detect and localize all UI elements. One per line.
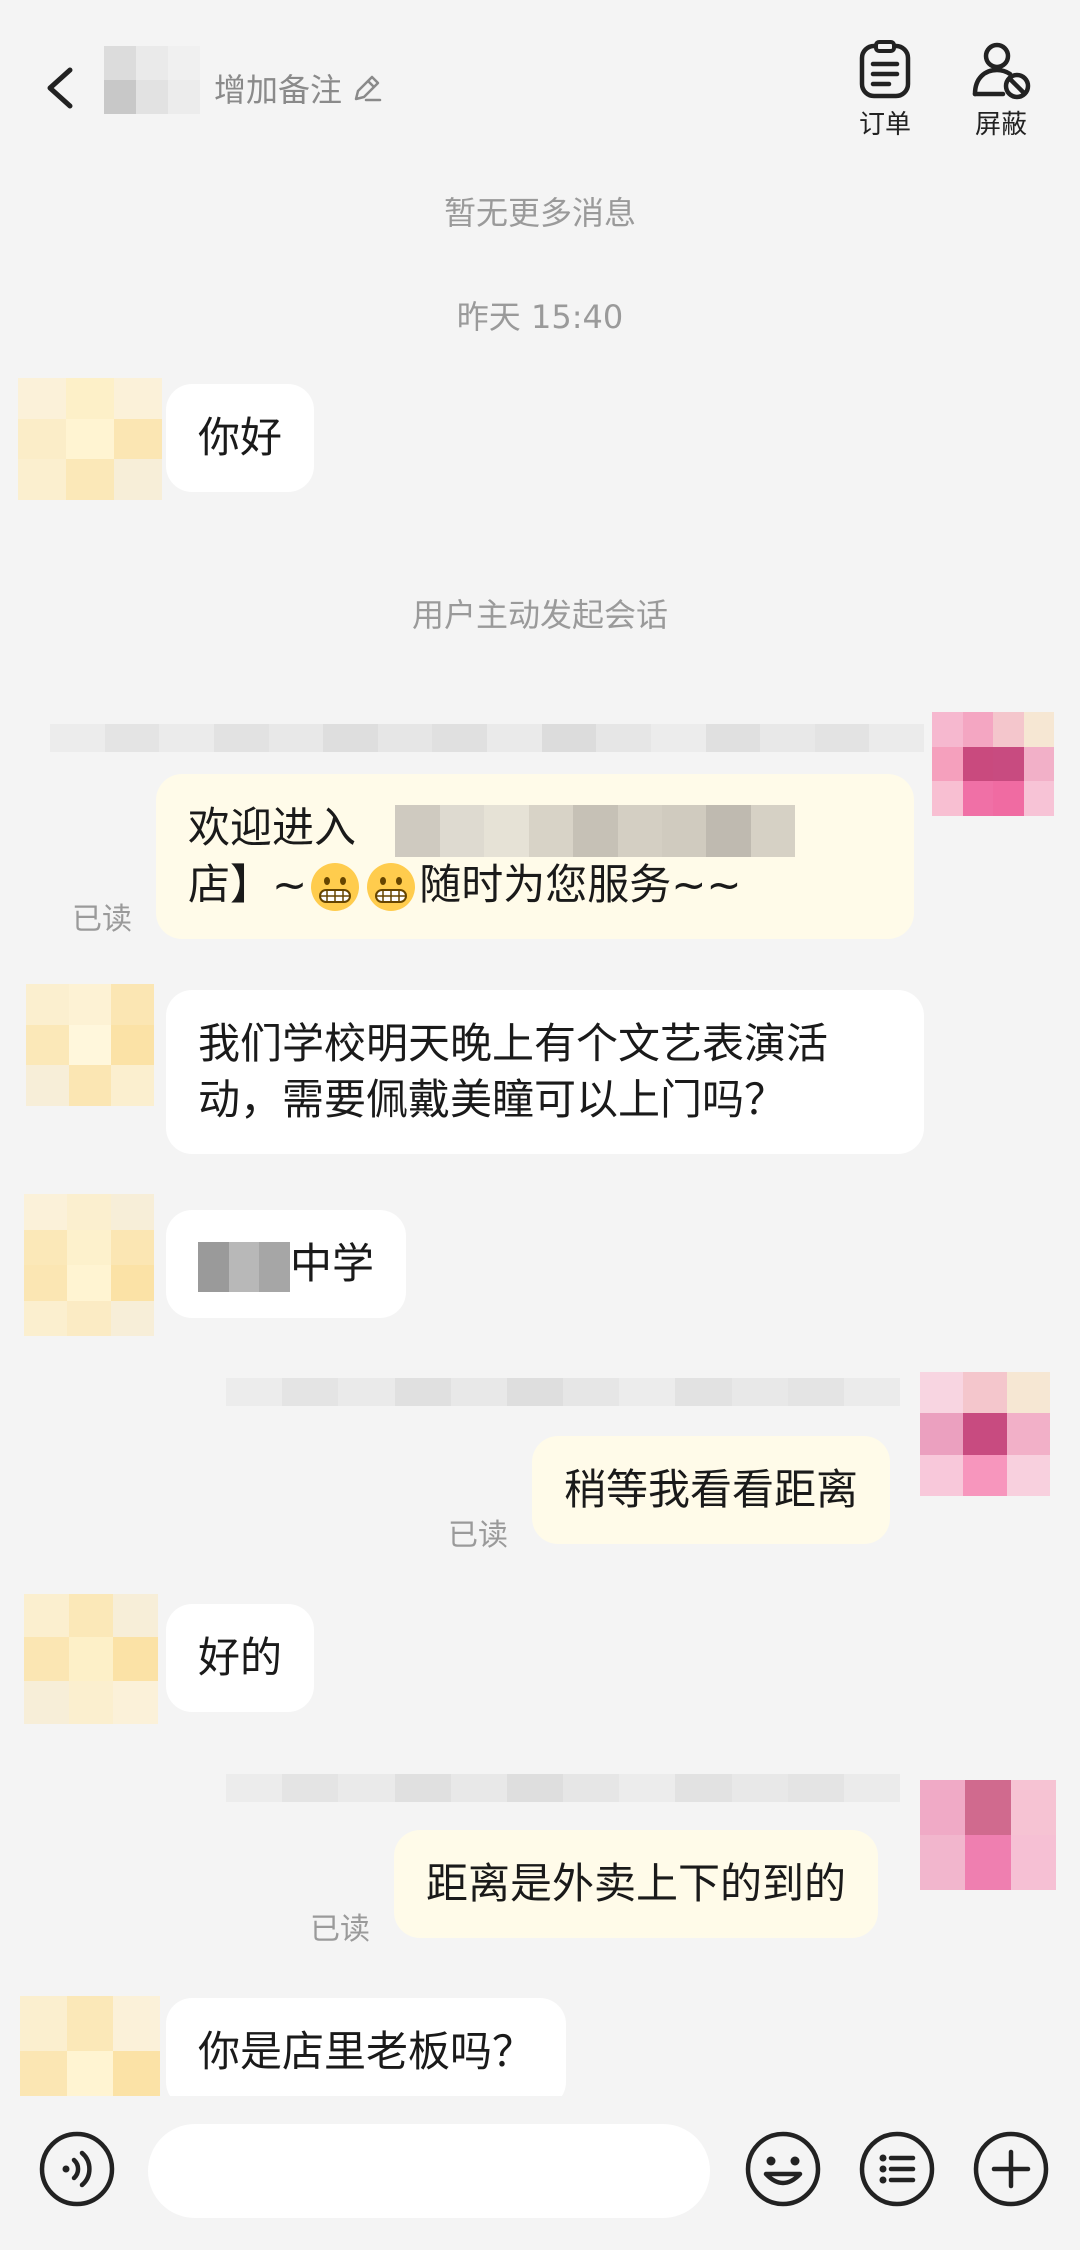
add-remark-button[interactable]: 增加备注 [214, 66, 384, 110]
customer-avatar[interactable] [18, 378, 162, 500]
shop-avatar[interactable] [920, 1780, 1056, 1890]
read-receipt: 已读 [72, 902, 132, 937]
block-button[interactable]: 屏蔽 [956, 40, 1046, 141]
message-text: 稍等我看看距离 [564, 1465, 859, 1514]
school-name-blurred [198, 1241, 291, 1292]
message-text-line1: 欢迎进入 [188, 803, 357, 852]
message-bubble-incoming[interactable]: 我们学校明天晚上有个文艺表演活 动，需要佩戴美瞳可以上门吗？ [166, 990, 924, 1154]
shop-avatar[interactable] [932, 712, 1054, 816]
message-bubble-outgoing[interactable]: 欢迎进入 店】~ 随时为您服务~~ [156, 774, 914, 939]
emoji-button[interactable] [744, 2130, 822, 2208]
shop-name-blurred [395, 804, 796, 857]
grimacing-face-icon [311, 863, 360, 911]
read-receipt: 已读 [448, 1518, 508, 1553]
quick-reply-button[interactable] [858, 2130, 936, 2208]
chevron-left-icon [47, 67, 73, 109]
message-text-line2: 店】~ [188, 859, 308, 909]
contact-avatar[interactable] [104, 46, 200, 114]
plus-icon [973, 2131, 1049, 2207]
more-button[interactable] [972, 2130, 1050, 2208]
message-text-line1: 我们学校明天晚上有个文艺表演活 [198, 1019, 829, 1068]
chat-header: 增加备注 订单 屏蔽 [0, 0, 1080, 160]
smiley-icon [745, 2131, 821, 2207]
voice-icon [39, 2131, 115, 2207]
block-label: 屏蔽 [974, 110, 1027, 140]
session-started-notice: 用户主动发起会话 [411, 596, 668, 634]
customer-avatar[interactable] [26, 984, 154, 1106]
timestamp: 昨天 15:40 [456, 298, 624, 336]
user-block-icon [972, 42, 1031, 100]
message-text: 距离是外卖上下的到的 [426, 1859, 847, 1908]
customer-avatar[interactable] [24, 1594, 158, 1724]
shop-avatar[interactable] [920, 1372, 1050, 1496]
message-bubble-incoming[interactable]: 中学 [166, 1210, 407, 1318]
sender-name-blurred [226, 1378, 901, 1406]
orders-button[interactable]: 订单 [840, 40, 930, 141]
edit-pencil-icon [354, 75, 382, 102]
message-text: 好的 [198, 1633, 283, 1682]
message-text-line2-suffix: 随时为您服务~~ [419, 859, 742, 909]
message-bubble-incoming[interactable]: 你是店里老板吗？ [166, 1998, 567, 2108]
no-more-messages: 暂无更多消息 [443, 194, 636, 232]
message-text: 中学 [290, 1239, 375, 1288]
message-bubble-incoming[interactable]: 好的 [166, 1604, 315, 1712]
grimacing-face-icon [367, 863, 416, 911]
add-remark-label: 增加备注 [214, 71, 343, 109]
list-icon [859, 2131, 935, 2207]
message-text: 你好 [198, 413, 283, 462]
voice-button[interactable] [38, 2130, 116, 2208]
message-bubble-outgoing[interactable]: 稍等我看看距离 [532, 1436, 891, 1544]
sender-name-blurred [50, 724, 924, 752]
message-input[interactable] [148, 2124, 710, 2218]
back-button[interactable] [36, 58, 86, 118]
message-text-line2: 动，需要佩戴美瞳可以上门吗？ [198, 1075, 787, 1124]
sender-name-blurred [226, 1774, 901, 1802]
message-bubble-incoming[interactable]: 你好 [166, 384, 315, 492]
read-receipt: 已读 [310, 1912, 370, 1947]
clipboard-icon [859, 40, 911, 99]
customer-avatar[interactable] [20, 1996, 160, 2106]
customer-avatar[interactable] [24, 1194, 154, 1336]
orders-label: 订单 [858, 110, 911, 140]
message-bubble-outgoing[interactable]: 距离是外卖上下的到的 [394, 1830, 879, 1938]
message-text: 你是店里老板吗？ [198, 2027, 535, 2076]
